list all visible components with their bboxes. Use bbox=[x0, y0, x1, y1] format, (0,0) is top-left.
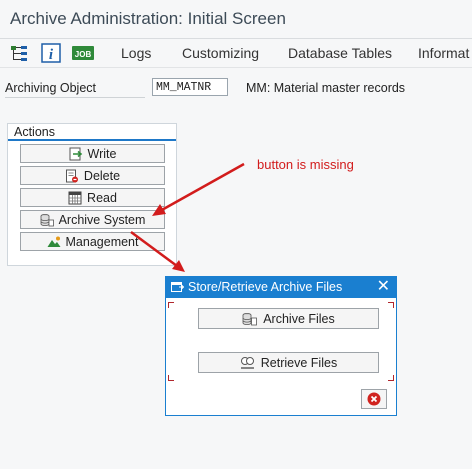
annotation-text: button is missing bbox=[257, 157, 354, 172]
menu-customizing[interactable]: Customizing bbox=[182, 45, 259, 61]
management-label: Management bbox=[65, 234, 139, 249]
dialog-corner-mark bbox=[388, 375, 394, 381]
retrieve-files-icon bbox=[240, 356, 254, 369]
info-icon[interactable]: i bbox=[41, 43, 61, 63]
dialog-corner-mark bbox=[168, 302, 174, 308]
write-button[interactable]: Write bbox=[20, 144, 165, 163]
archive-system-button[interactable]: Archive System bbox=[20, 210, 165, 229]
job-icon[interactable]: JOB bbox=[72, 43, 94, 63]
actions-divider bbox=[8, 139, 176, 141]
delete-label: Delete bbox=[83, 168, 121, 183]
job-icon-label: JOB bbox=[75, 50, 92, 59]
read-icon bbox=[68, 191, 82, 204]
page-title: Archive Administration: Initial Screen bbox=[10, 9, 286, 28]
store-retrieve-dialog: Store/Retrieve Archive Files ✕ Archive F… bbox=[165, 276, 397, 416]
actions-title: Actions bbox=[14, 125, 55, 139]
cancel-icon bbox=[367, 392, 381, 406]
retrieve-files-label: Retrieve Files bbox=[260, 355, 338, 370]
dialog-header: Store/Retrieve Archive Files ✕ bbox=[166, 277, 396, 298]
management-button[interactable]: Management bbox=[20, 232, 165, 251]
cancel-button[interactable] bbox=[361, 389, 387, 409]
delete-button[interactable]: Delete bbox=[20, 166, 165, 185]
dialog-corner-mark bbox=[388, 302, 394, 308]
archiving-object-label: Archiving Object bbox=[5, 81, 145, 98]
title-bar: Archive Administration: Initial Screen bbox=[0, 0, 472, 39]
archive-files-icon bbox=[242, 312, 258, 325]
dialog-close-icon[interactable]: ✕ bbox=[377, 278, 390, 296]
read-label: Read bbox=[87, 190, 117, 205]
hierarchy-icon[interactable] bbox=[9, 43, 29, 63]
menu-database-tables[interactable]: Database Tables bbox=[288, 45, 392, 61]
dialog-title: Store/Retrieve Archive Files bbox=[188, 280, 343, 294]
write-label: Write bbox=[87, 146, 117, 161]
archive-files-label: Archive Files bbox=[263, 311, 335, 326]
archiving-object-description: MM: Material master records bbox=[246, 81, 406, 95]
archive-system-icon bbox=[40, 213, 54, 226]
delete-icon bbox=[65, 169, 78, 182]
archiving-object-row: Archiving Object MM_MATNR MM: Material m… bbox=[0, 78, 472, 100]
management-icon bbox=[47, 236, 61, 247]
archive-files-button[interactable]: Archive Files bbox=[198, 308, 379, 329]
dialog-corner-mark bbox=[168, 375, 174, 381]
archiving-object-input[interactable]: MM_MATNR bbox=[152, 78, 228, 96]
application-toolbar: i JOB Logs Customizing Database Tables I… bbox=[0, 39, 472, 68]
write-icon bbox=[69, 147, 82, 160]
actions-group: Actions Write Delete Read Archive System… bbox=[7, 123, 177, 266]
menu-information[interactable]: Informat bbox=[418, 45, 469, 61]
dialog-window-icon bbox=[171, 282, 184, 292]
menu-logs[interactable]: Logs bbox=[121, 45, 151, 61]
archive-system-label: Archive System bbox=[58, 212, 146, 227]
read-button[interactable]: Read bbox=[20, 188, 165, 207]
retrieve-files-button[interactable]: Retrieve Files bbox=[198, 352, 379, 373]
